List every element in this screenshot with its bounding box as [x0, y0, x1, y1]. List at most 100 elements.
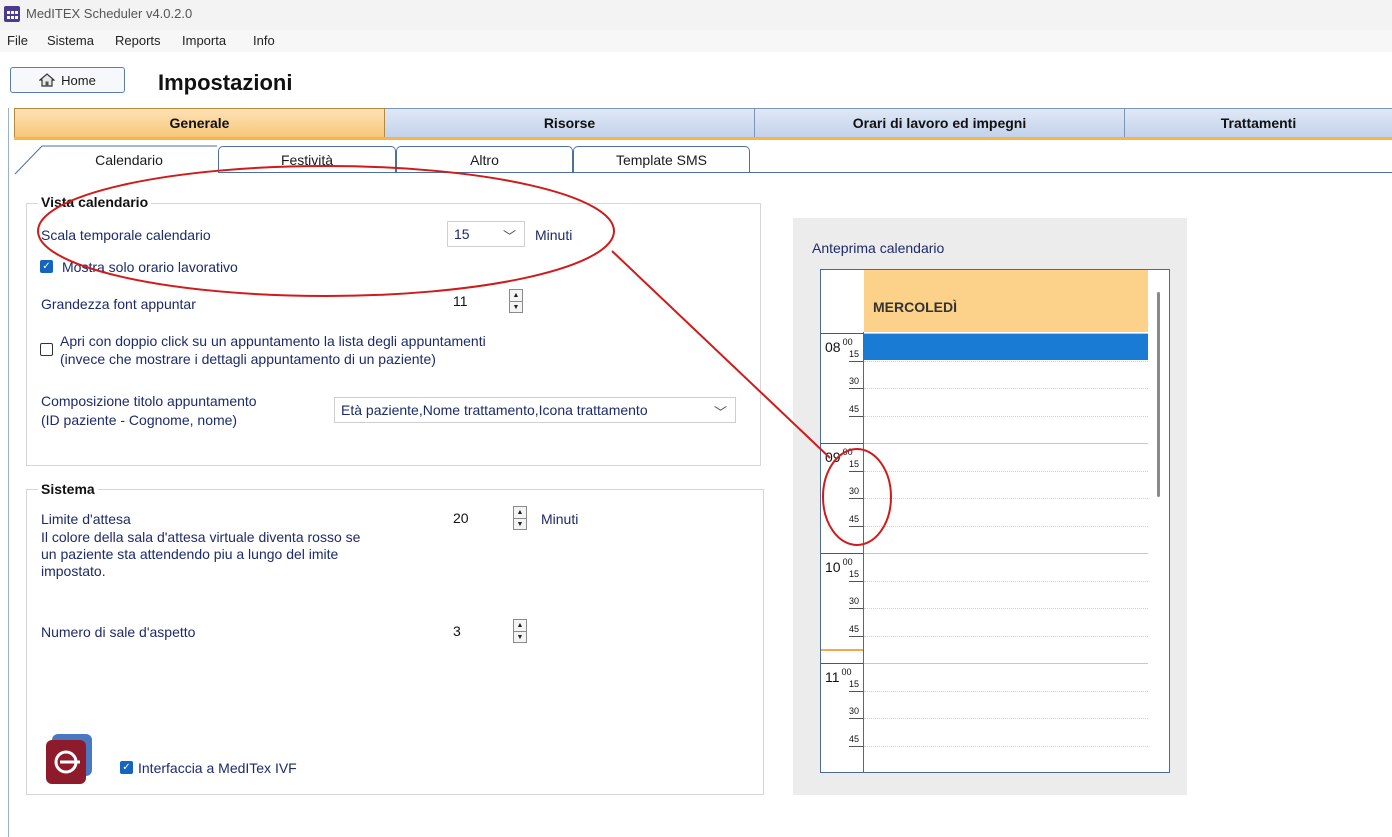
- slot-line: [864, 745, 1148, 747]
- doppio-click-label-line1: Apri con doppio click su un appuntamento…: [60, 333, 486, 349]
- sub-tab-calendario[interactable]: Calendario: [40, 146, 218, 173]
- sub-tab-festivita[interactable]: Festività: [218, 146, 396, 173]
- slot-tick: [849, 608, 863, 609]
- sale-label: Numero di sale d'aspetto: [41, 624, 196, 640]
- hour-label-value: 11: [825, 669, 840, 685]
- scala-select[interactable]: 15 ﹀: [447, 221, 525, 247]
- font-stepper-arrows[interactable]: ▲ ▼: [509, 289, 523, 313]
- hour-label-value: 08: [825, 339, 841, 355]
- hour-tick: [821, 333, 863, 334]
- limite-label: Limite d'attesa: [41, 511, 131, 527]
- tab-risorse[interactable]: Risorse: [385, 108, 755, 138]
- calendar-day-header: MERCOLEDÌ: [864, 270, 1148, 332]
- ivf-label: Interfaccia a MedITex IVF: [138, 760, 297, 776]
- sale-stepper[interactable]: 3 ▲ ▼: [449, 618, 527, 644]
- hour-tick: [821, 553, 863, 554]
- tab-generale[interactable]: Generale: [14, 108, 385, 138]
- minute-label: 15: [849, 678, 860, 689]
- sale-stepper-arrows[interactable]: ▲ ▼: [513, 619, 527, 643]
- minute-label: 15: [849, 348, 860, 359]
- solo-lavorativo-checkbox[interactable]: ✓: [40, 260, 53, 273]
- slot-tick: [849, 388, 863, 389]
- slot-tick: [849, 470, 863, 472]
- calendar-day-label: MERCOLEDÌ: [873, 299, 957, 315]
- hour-label-value: 10: [825, 559, 841, 575]
- minute-label: 30: [849, 596, 860, 606]
- limite-description: Il colore della sala d'attesa virtuale d…: [41, 529, 361, 579]
- limite-value: 20: [453, 510, 469, 526]
- slot-tick: [849, 718, 863, 719]
- slot-line: [864, 388, 1148, 389]
- menu-info[interactable]: Info: [253, 33, 275, 48]
- vista-calendario-title: Vista calendario: [38, 194, 152, 210]
- menu-reports[interactable]: Reports: [115, 33, 161, 48]
- menu-bar: File Sistema Reports Importa Info: [0, 30, 1392, 52]
- hour-label-minutes: 00: [842, 337, 853, 347]
- sub-tab-altro[interactable]: Altro: [396, 146, 573, 173]
- minute-label: 30: [849, 486, 860, 496]
- slot-tick: [849, 415, 863, 417]
- slot-line: [864, 415, 1148, 417]
- menu-sistema[interactable]: Sistema: [47, 33, 94, 48]
- slot-tick: [849, 690, 863, 692]
- sub-tabs-baseline: [218, 172, 1392, 173]
- font-label: Grandezza font appuntar: [41, 296, 196, 312]
- home-button[interactable]: Home: [10, 67, 125, 93]
- minute-label: 15: [849, 568, 860, 579]
- appointment-block[interactable]: [864, 333, 1148, 360]
- minute-label: 45: [849, 403, 860, 414]
- minute-label: 15: [849, 458, 860, 469]
- composizione-select[interactable]: Età paziente,Nome trattamento,Icona trat…: [334, 397, 736, 423]
- menu-importa[interactable]: Importa: [182, 33, 226, 48]
- chevron-down-icon: ﹀: [713, 405, 727, 420]
- slot-tick: [849, 580, 863, 582]
- calendar-preview: MERCOLEDÌ 08 00 15 30 45 09 00 15 30 45 10 00 15 30 45…: [820, 269, 1170, 773]
- main-tab-strip: Generale Risorse Orari di lavoro ed impe…: [14, 108, 1392, 138]
- hour-tick: [821, 663, 863, 664]
- slot-line: [864, 360, 1148, 362]
- chevron-down-icon: ﹀: [502, 229, 516, 244]
- slot-line: [864, 635, 1148, 637]
- hour-label-value: 09: [825, 449, 841, 465]
- content-border: [8, 108, 9, 837]
- limite-stepper-arrows[interactable]: ▲ ▼: [513, 506, 527, 530]
- scala-label: Scala temporale calendario: [41, 227, 211, 243]
- slot-line: [864, 498, 1148, 499]
- preview-label: Anteprima calendario: [812, 240, 945, 256]
- limite-stepper[interactable]: 20 ▲ ▼: [449, 505, 527, 531]
- sale-value: 3: [453, 623, 461, 639]
- home-button-label: Home: [61, 72, 96, 88]
- hour-line: [864, 663, 1148, 664]
- tab-trattamenti[interactable]: Trattamenti: [1125, 108, 1392, 138]
- meditex-ivf-logo-icon: [46, 734, 92, 784]
- menu-file[interactable]: File: [7, 33, 28, 48]
- font-stepper[interactable]: 11 ▲ ▼: [449, 288, 523, 314]
- composizione-label-line2: (ID paziente - Cognome, nome): [41, 412, 238, 428]
- doppio-click-checkbox[interactable]: [40, 343, 53, 356]
- current-time-marker: [821, 649, 863, 651]
- minute-label: 30: [849, 706, 860, 716]
- slot-tick: [849, 635, 863, 637]
- composizione-value: Età paziente,Nome trattamento,Icona trat…: [341, 402, 648, 418]
- limite-unit: Minuti: [541, 511, 579, 527]
- hour-line: [864, 333, 1148, 334]
- active-tab-underline: [14, 137, 1392, 140]
- doppio-click-label-line2: (invece che mostrare i dettagli appuntam…: [60, 351, 436, 367]
- app-calendar-icon: [4, 6, 20, 22]
- window-title: MedITEX Scheduler v4.0.2.0: [26, 6, 193, 21]
- slot-tick: [849, 360, 863, 362]
- slot-tick: [849, 745, 863, 747]
- home-icon: [39, 73, 56, 87]
- slot-line: [864, 525, 1148, 527]
- minute-label: 45: [849, 623, 860, 634]
- ivf-checkbox[interactable]: ✓: [120, 761, 133, 774]
- slot-line: [864, 580, 1148, 582]
- font-value: 11: [453, 293, 468, 309]
- calendar-scrollbar[interactable]: [1157, 292, 1160, 497]
- title-bar: MedITEX Scheduler v4.0.2.0: [0, 0, 1392, 30]
- sub-tab-template-sms[interactable]: Template SMS: [573, 146, 750, 173]
- tab-orari[interactable]: Orari di lavoro ed impegni: [755, 108, 1125, 138]
- scala-unit: Minuti: [535, 227, 573, 243]
- hour-label-minutes: 00: [842, 557, 853, 567]
- scala-value: 15: [454, 226, 470, 242]
